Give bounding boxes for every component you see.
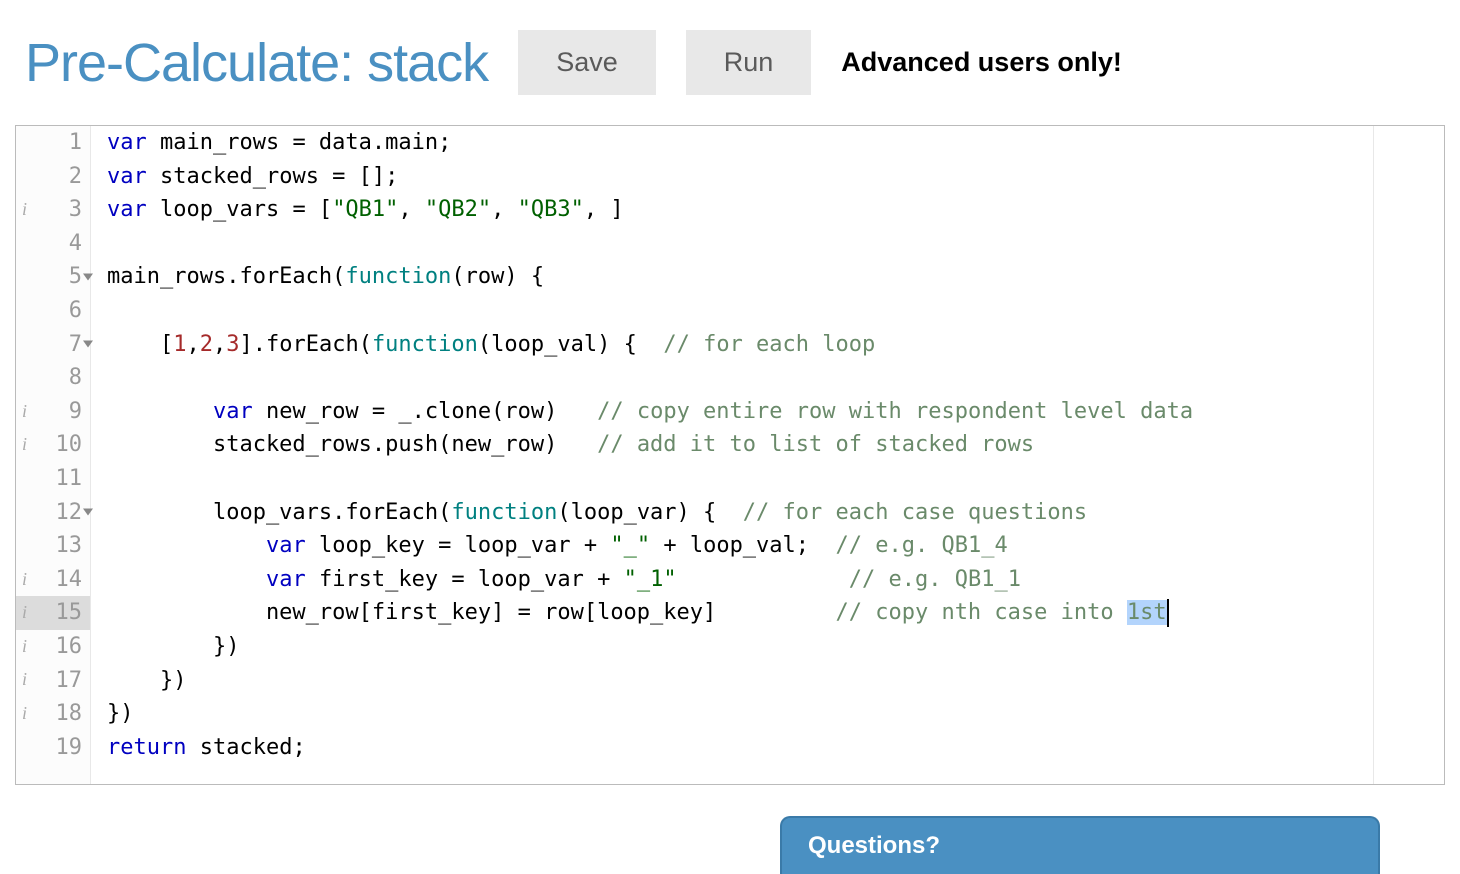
gutter-line: 15i — [16, 596, 90, 630]
page-title: Pre-Calculate: stack — [25, 32, 488, 94]
code-line[interactable]: loop_vars.forEach(function(loop_var) { /… — [107, 496, 1444, 530]
info-icon: i — [22, 395, 27, 429]
gutter-line: 6 — [16, 294, 90, 328]
code-line[interactable]: [1,2,3].forEach(function(loop_val) { // … — [107, 328, 1444, 362]
editor-gutter: 123i456789i10i11121314i15i16i17i18i19 — [16, 126, 91, 784]
info-icon: i — [22, 697, 27, 731]
code-line[interactable]: var loop_key = loop_var + "_" + loop_val… — [107, 529, 1444, 563]
code-line[interactable]: var stacked_rows = []; — [107, 160, 1444, 194]
gutter-line: 19 — [16, 731, 90, 765]
questions-tab[interactable]: Questions? — [780, 816, 1380, 874]
gutter-line: 1 — [16, 126, 90, 160]
code-line[interactable] — [107, 227, 1444, 261]
gutter-line: 3i — [16, 193, 90, 227]
code-line[interactable] — [107, 361, 1444, 395]
editor-content[interactable]: var main_rows = data.main;var stacked_ro… — [91, 126, 1444, 784]
code-line[interactable]: }) — [107, 630, 1444, 664]
save-button[interactable]: Save — [518, 30, 656, 95]
code-line[interactable]: main_rows.forEach(function(row) { — [107, 260, 1444, 294]
gutter-line: 9i — [16, 395, 90, 429]
info-icon: i — [22, 193, 27, 227]
info-icon: i — [22, 630, 27, 664]
gutter-line: 8 — [16, 361, 90, 395]
code-line[interactable]: var main_rows = data.main; — [107, 126, 1444, 160]
gutter-line: 10i — [16, 428, 90, 462]
code-line[interactable]: }) — [107, 664, 1444, 698]
code-line[interactable]: stacked_rows.push(new_row) // add it to … — [107, 428, 1444, 462]
code-line[interactable]: return stacked; — [107, 731, 1444, 765]
code-line[interactable] — [107, 462, 1444, 496]
text-cursor — [1167, 599, 1169, 627]
gutter-line: 13 — [16, 529, 90, 563]
code-line[interactable]: new_row[first_key] = row[loop_key] // co… — [107, 596, 1444, 630]
code-editor[interactable]: 123i456789i10i11121314i15i16i17i18i19 va… — [15, 125, 1445, 785]
gutter-line: 17i — [16, 664, 90, 698]
code-line[interactable]: }) — [107, 697, 1444, 731]
info-icon: i — [22, 428, 27, 462]
gutter-line: 12 — [16, 496, 90, 530]
gutter-line: 7 — [16, 328, 90, 362]
gutter-line: 11 — [16, 462, 90, 496]
gutter-line: 5 — [16, 260, 90, 294]
run-button[interactable]: Run — [686, 30, 812, 95]
gutter-line: 14i — [16, 563, 90, 597]
code-line[interactable]: var loop_vars = ["QB1", "QB2", "QB3", ] — [107, 193, 1444, 227]
code-line[interactable]: var first_key = loop_var + "_1" // e.g. … — [107, 563, 1444, 597]
gutter-line: 4 — [16, 227, 90, 261]
gutter-line: 18i — [16, 697, 90, 731]
header: Pre-Calculate: stack Save Run Advanced u… — [0, 0, 1460, 115]
code-line[interactable] — [107, 294, 1444, 328]
code-line[interactable]: var new_row = _.clone(row) // copy entir… — [107, 395, 1444, 429]
warning-text: Advanced users only! — [841, 47, 1122, 78]
gutter-line: 2 — [16, 160, 90, 194]
gutter-line: 16i — [16, 630, 90, 664]
info-icon: i — [22, 563, 27, 597]
info-icon: i — [22, 664, 27, 698]
info-icon: i — [22, 596, 27, 630]
